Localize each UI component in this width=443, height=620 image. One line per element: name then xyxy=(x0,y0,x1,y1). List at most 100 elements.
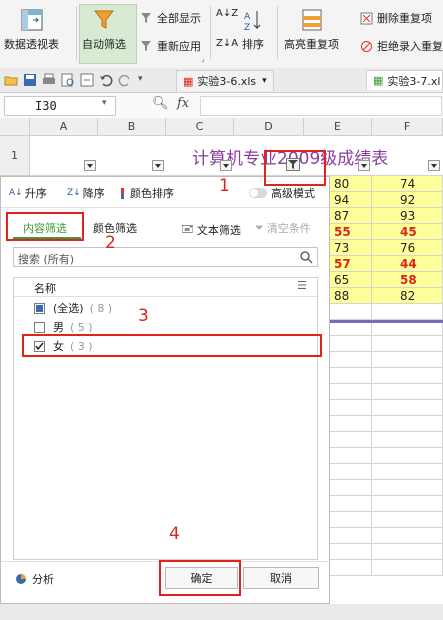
empty-cell[interactable] xyxy=(330,480,372,496)
empty-cell[interactable] xyxy=(372,432,443,448)
list-item-select-all[interactable]: (全选) ( 8 ) xyxy=(34,300,112,316)
name-box-chevron-icon[interactable]: ▾ xyxy=(102,98,107,108)
empty-cell[interactable] xyxy=(372,528,443,544)
name-box[interactable]: I30 xyxy=(4,96,116,116)
export-pdf-icon[interactable] xyxy=(80,73,94,87)
cell-f[interactable]: 58 xyxy=(372,272,443,288)
empty-cell[interactable] xyxy=(372,400,443,416)
row-header-1[interactable]: 1 xyxy=(0,136,30,176)
redo-icon[interactable] xyxy=(118,73,132,87)
sort-button[interactable]: AZ 排序 xyxy=(240,8,266,52)
column-header-e[interactable]: E xyxy=(304,118,372,136)
delete-duplicates-button[interactable]: 删除重复项 xyxy=(360,10,432,26)
empty-cell[interactable] xyxy=(330,416,372,432)
cell-e[interactable]: 80 xyxy=(330,176,372,192)
print-preview-icon[interactable] xyxy=(61,73,75,87)
text-filter-button[interactable]: 🖃︎ 文本筛选 xyxy=(181,220,241,239)
column-header-b[interactable]: B xyxy=(98,118,166,136)
empty-cell[interactable] xyxy=(372,480,443,496)
empty-cell[interactable] xyxy=(330,448,372,464)
empty-cell[interactable] xyxy=(330,496,372,512)
function-fx-icon[interactable]: fx xyxy=(177,96,189,111)
cell-e[interactable]: 57 xyxy=(330,256,372,272)
autofilter-button[interactable]: 自动筛选 xyxy=(82,8,126,52)
analyze-button[interactable]: 分析 xyxy=(15,571,54,587)
empty-cell[interactable] xyxy=(372,560,443,576)
sort-asc-small-icon[interactable]: A↓Z xyxy=(216,8,238,19)
select-all-corner[interactable] xyxy=(0,118,30,136)
column-header-a[interactable]: A xyxy=(30,118,98,136)
empty-cell[interactable] xyxy=(372,416,443,432)
clear-filter-button[interactable]: ⏷ 清空条件 xyxy=(255,220,311,236)
column-header-d[interactable]: D xyxy=(234,118,304,136)
cell-f[interactable]: 92 xyxy=(372,192,443,208)
reapply-button[interactable]: 重新应用 xyxy=(140,38,201,54)
cell-e[interactable]: 55 xyxy=(330,224,372,240)
empty-cell[interactable] xyxy=(330,368,372,384)
empty-cell[interactable] xyxy=(372,352,443,368)
empty-cell[interactable] xyxy=(330,432,372,448)
pivot-table-button[interactable]: 数据透视表 xyxy=(4,8,59,52)
color-sort-button[interactable]: 颜色排序 xyxy=(121,185,174,201)
list-item-male[interactable]: 男 ( 5 ) xyxy=(34,319,93,335)
empty-cell[interactable] xyxy=(330,384,372,400)
cell-f[interactable]: 44 xyxy=(372,256,443,272)
empty-cell[interactable] xyxy=(330,464,372,480)
sort-desc-small-icon[interactable]: Z↓A xyxy=(216,38,238,49)
empty-cell[interactable] xyxy=(372,336,443,352)
column-header-c[interactable]: C xyxy=(166,118,234,136)
dialog-launcher-icon[interactable]: ⌟ xyxy=(201,54,205,63)
empty-cell[interactable] xyxy=(330,336,372,352)
zoom-search-icon[interactable]: 🔍︎ xyxy=(152,96,169,111)
empty-cell[interactable] xyxy=(330,352,372,368)
print-icon[interactable] xyxy=(42,73,56,87)
filter-dropdown-e[interactable] xyxy=(358,160,370,171)
filter-dropdown-c[interactable] xyxy=(220,160,232,171)
reject-duplicates-button[interactable]: 拒绝录入重复 xyxy=(360,38,443,54)
empty-cell[interactable] xyxy=(372,512,443,528)
advanced-mode-toggle[interactable]: 高级模式 xyxy=(249,185,315,201)
empty-cell[interactable] xyxy=(330,512,372,528)
cell-f[interactable]: 74 xyxy=(372,176,443,192)
select-all-checkbox[interactable] xyxy=(34,302,45,314)
empty-cell[interactable] xyxy=(372,464,443,480)
empty-cell[interactable] xyxy=(330,560,372,576)
male-checkbox[interactable] xyxy=(34,321,45,333)
cell-f[interactable]: 93 xyxy=(372,208,443,224)
customize-quick-access-chevron-icon[interactable]: ▾ xyxy=(138,74,143,84)
column-header-f[interactable]: F xyxy=(372,118,443,136)
cell-f[interactable]: 45 xyxy=(372,224,443,240)
empty-cell[interactable] xyxy=(330,544,372,560)
tab-experiment-3-6[interactable]: ▦ 实验3-6.xls ▾ xyxy=(176,70,274,91)
cell-e[interactable]: 88 xyxy=(330,288,372,304)
cell-e[interactable]: 94 xyxy=(330,192,372,208)
filter-dropdown-b[interactable] xyxy=(152,160,164,171)
list-options-icon[interactable]: ☰ xyxy=(297,279,307,292)
tab-chevron-icon[interactable]: ▾ xyxy=(262,76,267,86)
empty-cell[interactable] xyxy=(372,368,443,384)
show-all-button[interactable]: 全部显示 xyxy=(140,10,201,26)
empty-cell[interactable] xyxy=(372,448,443,464)
cell-f[interactable]: 76 xyxy=(372,240,443,256)
undo-icon[interactable] xyxy=(99,73,113,87)
empty-cell[interactable] xyxy=(372,384,443,400)
cancel-button[interactable]: 取消 xyxy=(243,567,319,589)
formula-input[interactable] xyxy=(200,96,442,116)
cell-e[interactable]: 73 xyxy=(330,240,372,256)
search-input[interactable]: 搜索 (所有) xyxy=(13,247,318,267)
empty-cell[interactable] xyxy=(330,528,372,544)
save-icon[interactable] xyxy=(23,73,37,87)
sort-ascending-button[interactable]: A↓ 升序 xyxy=(9,185,47,201)
filter-dropdown-a[interactable] xyxy=(84,160,96,171)
sort-descending-button[interactable]: Z↓ 降序 xyxy=(67,185,105,201)
empty-cell[interactable] xyxy=(372,304,443,320)
highlight-duplicates-button[interactable]: 高亮重复项 xyxy=(284,8,339,52)
cell-f[interactable]: 82 xyxy=(372,288,443,304)
empty-cell[interactable] xyxy=(372,496,443,512)
tab-experiment-3-7[interactable]: ▦ 实验3-7.xl xyxy=(366,70,443,90)
filter-dropdown-f[interactable] xyxy=(428,160,440,171)
open-folder-icon[interactable] xyxy=(4,73,18,87)
cell-e[interactable]: 65 xyxy=(330,272,372,288)
empty-cell[interactable] xyxy=(330,400,372,416)
empty-cell[interactable] xyxy=(330,304,372,320)
